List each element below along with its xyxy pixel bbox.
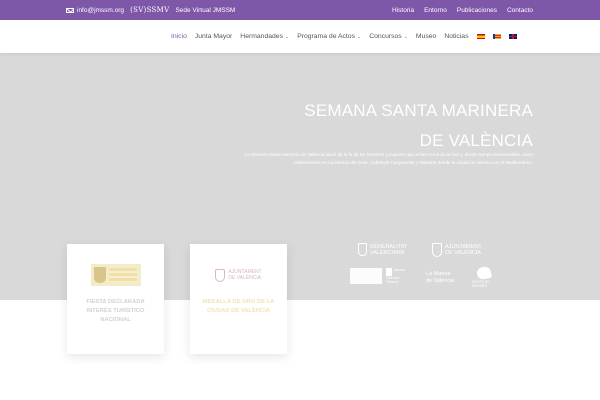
ajuntament-logo[interactable]: AJUNTAMENT DE VALÈNCIA	[432, 243, 482, 257]
spain-government-emblem-icon	[90, 264, 141, 286]
sponsor-logos: GENERALITAT VALENCIANA AJUNTAMENT DE VAL…	[350, 243, 500, 298]
fiesta-interes-logo[interactable]: FIESTA DE INTERÉS	[470, 265, 500, 288]
nav-item-label: Inicio	[171, 33, 187, 40]
shield-icon	[93, 267, 106, 283]
chevron-down-icon: ⌄	[403, 33, 408, 40]
generalitat-text: GENERALITAT VALENCIANA	[370, 244, 407, 256]
nav-item-inicio[interactable]: Inicio	[171, 33, 187, 40]
marina-square-icon	[386, 268, 392, 276]
top-bar-left: info@jmssm.org (SV)SSMV Sede Virtual JMS…	[66, 0, 235, 20]
nav-item-museo[interactable]: Museo	[416, 33, 436, 40]
ministry-bars	[108, 268, 137, 282]
ajuntament-text-line2: DE VALÈNCIA	[445, 250, 481, 256]
mail-icon	[66, 7, 74, 13]
top-bar: info@jmssm.org (SV)SSMV Sede Virtual JMS…	[0, 0, 600, 20]
virtual-seat-link[interactable]: Sede Virtual JMSSM	[175, 7, 235, 14]
top-link-publicaciones[interactable]: Publicaciones	[457, 7, 497, 14]
email-link[interactable]: info@jmssm.org	[66, 7, 124, 14]
sponsor-badge[interactable]	[350, 268, 382, 284]
la-marina-logo[interactable]: La Marina de València	[426, 271, 454, 285]
nav-item-concursos[interactable]: Concursos ⌄	[369, 33, 408, 40]
nav-item-label: Junta Mayor	[194, 33, 233, 40]
main-navigation: Inicio Junta Mayor Hermandades ⌄ Programa…	[0, 20, 600, 53]
nav-item-label: Hermandades	[240, 33, 283, 40]
va-flag-icon[interactable]	[492, 34, 501, 39]
fiesta-caption-line2: INTERÉS	[472, 284, 488, 288]
card-logo-text: AJUNTAMENT DE VALÈNCIA	[228, 269, 261, 281]
nav-item-junta-mayor[interactable]: Junta Mayor	[195, 33, 232, 40]
generalitat-text-line2: VALENCIANA	[370, 249, 405, 256]
top-bar-links: Historia Entorno Publicaciones Contacto	[392, 0, 533, 20]
award-card-interes-turistico[interactable]: FIESTA DECLARADA INTERÉS TURÍSTICO NACIO…	[67, 244, 164, 354]
email-text: info@jmssm.org	[77, 6, 125, 14]
award-card-medalla-oro[interactable]: AJUNTAMENT DE VALÈNCIA MEDALLA DE ORO DE…	[190, 244, 287, 354]
marina-text-line2: de València	[426, 278, 455, 284]
card-logo-area: AJUNTAMENT DE VALÈNCIA	[190, 260, 287, 290]
heart-icon	[476, 265, 492, 281]
ajuntament-text: AJUNTAMENT DE VALÈNCIA	[445, 244, 482, 256]
card-logo-area	[67, 260, 164, 290]
hero-title-line1: SEMANA SANTA MARINERA	[304, 101, 533, 120]
chevron-down-icon: ⌄	[284, 33, 290, 40]
es-flag-icon[interactable]	[476, 34, 485, 39]
nav-item-label: Museo	[415, 33, 437, 40]
nav-item-label: Noticias	[444, 33, 469, 40]
nav-item-hermandades[interactable]: Hermandades ⌄	[240, 33, 289, 40]
chevron-down-icon: ⌄	[357, 33, 362, 40]
marina-text-line1: La Marina	[426, 271, 451, 277]
top-link-historia[interactable]: Historia	[392, 7, 414, 14]
hero-title-line2: DE VALÈNCIA	[419, 131, 533, 150]
generalitat-logo[interactable]: GENERALITAT VALENCIANA	[358, 243, 407, 256]
ajuntament-crest-icon	[432, 243, 442, 257]
hero-description: La Semana Santa Marinera de València nac…	[244, 152, 533, 165]
caption-line1: Marina	[394, 268, 405, 272]
nav-menu: Inicio Junta Mayor Hermandades ⌄ Programa…	[171, 20, 517, 53]
card-label: FIESTA DECLARADA INTERÉS TURÍSTICO NACIO…	[86, 299, 145, 323]
marina-turismo-logo[interactable]: Marina València Turismo	[386, 268, 405, 284]
card-logo-text-line2: DE VALÈNCIA	[228, 275, 262, 281]
crest-icon	[215, 268, 226, 282]
top-link-entorno[interactable]: Entorno	[424, 7, 447, 14]
ajuntament-valencia-crest-icon: AJUNTAMENT DE VALÈNCIA	[215, 268, 262, 282]
en-flag-icon[interactable]	[508, 34, 517, 39]
ssmv-logo[interactable]: (SV)SSMV	[130, 6, 169, 14]
top-link-contacto[interactable]: Contacto	[507, 7, 533, 14]
nav-item-label: Concursos	[369, 33, 402, 40]
card-label: MEDALLA DE ORO DE LA CIUDAD DE VALÈNCIA	[202, 299, 275, 314]
generalitat-crest-icon	[358, 243, 367, 256]
nav-item-label: Programa de Actos	[297, 33, 355, 40]
nav-item-programa-de-actos[interactable]: Programa de Actos ⌄	[297, 33, 361, 40]
nav-item-noticias[interactable]: Noticias	[444, 33, 468, 40]
fiesta-caption: FIESTA DE INTERÉS	[472, 280, 490, 288]
caption-line3: Turismo	[386, 280, 399, 284]
